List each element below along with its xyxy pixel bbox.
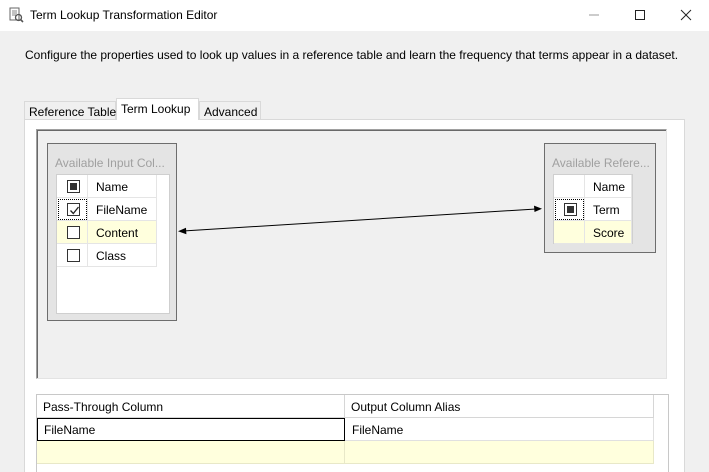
- name-column-header: Name: [88, 175, 157, 198]
- description-text: Configure the properties used to look up…: [25, 48, 679, 62]
- checkmark-icon: [70, 206, 80, 215]
- tab-advanced[interactable]: Advanced: [199, 101, 261, 120]
- input-column-row[interactable]: FileName: [57, 198, 157, 221]
- maximize-icon: [635, 10, 645, 20]
- input-column-name: Class: [88, 244, 157, 267]
- checkbox-cell[interactable]: [57, 244, 88, 267]
- available-reference-columns-title: Available Refere...: [552, 156, 650, 170]
- name-column-header: Name: [585, 175, 632, 198]
- checkbox-cell[interactable]: [554, 198, 585, 221]
- minimize-button[interactable]: [571, 0, 617, 31]
- new-row-pass-through-cell[interactable]: [37, 441, 345, 464]
- checkbox-cell[interactable]: [57, 221, 88, 244]
- available-input-columns-box[interactable]: Available Input Col... Name FileName Con…: [47, 143, 177, 321]
- reference-column-row[interactable]: Score: [554, 221, 632, 244]
- output-column-alias-header[interactable]: Output Column Alias: [345, 395, 654, 418]
- content-checkbox[interactable]: [67, 226, 80, 239]
- output-column-alias-cell[interactable]: FileName: [345, 418, 654, 441]
- new-row-alias-cell[interactable]: [345, 441, 654, 464]
- pass-through-column-cell[interactable]: FileName: [37, 418, 345, 441]
- output-columns-grid[interactable]: Pass-Through Column Output Column Alias …: [36, 394, 669, 472]
- term-checkbox[interactable]: [564, 203, 577, 216]
- maximize-button[interactable]: [617, 0, 663, 31]
- input-columns-grid[interactable]: Name FileName Content Class: [56, 174, 170, 314]
- transformation-editor-icon: [8, 7, 24, 23]
- select-all-checkbox[interactable]: [67, 180, 80, 193]
- grid-header-row: Name: [57, 175, 157, 198]
- checkbox-cell: [554, 221, 585, 244]
- class-checkbox[interactable]: [67, 249, 80, 262]
- input-column-row[interactable]: Content: [57, 221, 157, 244]
- title-bar: Term Lookup Transformation Editor: [0, 0, 709, 31]
- header-checkbox-cell: [554, 175, 585, 198]
- available-reference-columns-box[interactable]: Available Refere... Name Term Score: [544, 143, 656, 253]
- input-column-row[interactable]: Class: [57, 244, 157, 267]
- checkbox-cell[interactable]: [57, 198, 88, 221]
- input-column-name: FileName: [88, 198, 157, 221]
- window-title: Term Lookup Transformation Editor: [30, 8, 218, 22]
- reference-column-name: Score: [585, 221, 632, 244]
- close-icon: [680, 9, 692, 21]
- filename-checkbox[interactable]: [67, 203, 80, 216]
- reference-column-row[interactable]: Term: [554, 198, 632, 221]
- grid-header-row: Name: [554, 175, 632, 198]
- tab-reference-table[interactable]: Reference Table: [24, 101, 116, 120]
- select-all-cell[interactable]: [57, 175, 88, 198]
- available-input-columns-title: Available Input Col...: [55, 156, 165, 170]
- tab-term-lookup[interactable]: Term Lookup: [116, 98, 199, 120]
- input-column-name: Content: [88, 221, 157, 244]
- reference-columns-grid[interactable]: Name Term Score: [553, 174, 633, 244]
- minimize-icon: [589, 14, 599, 16]
- close-button[interactable]: [663, 0, 709, 31]
- reference-column-name: Term: [585, 198, 632, 221]
- pass-through-column-header[interactable]: Pass-Through Column: [37, 395, 345, 418]
